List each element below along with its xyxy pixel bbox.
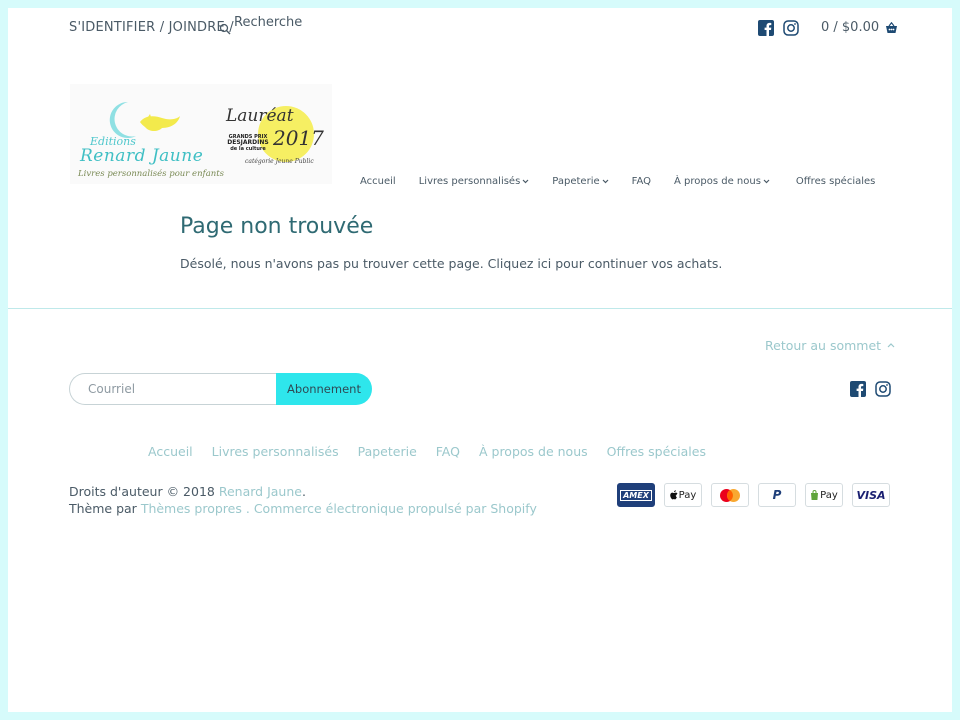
footer-link-a-propos[interactable]: À propos de nous xyxy=(479,444,588,459)
paypal-icon: P xyxy=(758,483,796,507)
facebook-icon[interactable] xyxy=(758,20,774,36)
copyright-line: Droits d'auteur © 2018 Renard Jaune. xyxy=(69,483,537,500)
chevron-down-icon xyxy=(522,179,529,184)
cart-icon xyxy=(886,21,898,33)
nav-item-accueil[interactable]: Accueil xyxy=(360,176,396,187)
theme-separator: . xyxy=(245,501,250,516)
mastercard-circles-icon xyxy=(720,488,740,502)
chevron-up-icon xyxy=(887,343,895,348)
award-name: GRANDS PRIX DESJARDINS de la culture xyxy=(222,134,274,152)
mastercard-icon xyxy=(711,483,749,507)
copyright-brand-link[interactable]: Renard Jaune xyxy=(219,484,302,499)
footer-social-links xyxy=(850,381,891,397)
email-field[interactable] xyxy=(69,373,276,405)
visa-label: VISA xyxy=(856,488,886,502)
main-nav: Accueil Livres personnalisés Papeterie F… xyxy=(360,176,875,187)
footer-link-papeterie[interactable]: Papeterie xyxy=(358,444,417,459)
logo-brand-name: Renard Jaune xyxy=(80,146,204,166)
search-icon[interactable] xyxy=(219,23,231,35)
theme-credit-line: Thème par Thèmes propres . Commerce élec… xyxy=(69,500,537,517)
page-frame: S'IDENTIFIER / JOINDRE / 0 / $0.00 xyxy=(8,8,952,712)
cart-link[interactable]: 0 / $0.00 xyxy=(821,20,898,35)
nav-label: À propos de nous xyxy=(674,176,761,187)
join-link[interactable]: JOINDRE xyxy=(169,20,225,35)
award-year: 2017 xyxy=(273,126,324,150)
not-found-message[interactable]: Désolé, nous n'avons pas pu trouver cett… xyxy=(180,256,722,271)
nav-item-offres[interactable]: Offres spéciales xyxy=(796,176,875,187)
visa-icon: VISA xyxy=(852,483,890,507)
nav-item-a-propos[interactable]: À propos de nous xyxy=(674,176,770,187)
nav-label: Livres personnalisés xyxy=(418,176,521,187)
copyright-suffix: . xyxy=(301,484,306,499)
payment-methods: AMEX Pay P Pay VISA xyxy=(617,483,890,507)
subscribe-button[interactable]: Abonnement xyxy=(276,373,372,405)
facebook-icon[interactable] xyxy=(850,381,866,397)
nav-label: FAQ xyxy=(631,176,651,187)
amex-icon: AMEX xyxy=(617,483,655,507)
apple-pay-label: Pay xyxy=(678,489,697,501)
newsletter-form: Abonnement xyxy=(69,373,372,405)
account-separator: / xyxy=(159,20,165,35)
shopify-link[interactable]: Commerce électronique propulsé par Shopi… xyxy=(254,501,537,516)
instagram-icon[interactable] xyxy=(783,20,799,36)
nav-label: Accueil xyxy=(360,176,396,187)
footer-link-livres[interactable]: Livres personnalisés xyxy=(212,444,339,459)
nav-item-papeterie[interactable]: Papeterie xyxy=(552,176,609,187)
chevron-down-icon xyxy=(602,179,609,184)
cart-summary: 0 / $0.00 xyxy=(821,20,880,35)
instagram-icon[interactable] xyxy=(875,381,891,397)
top-bar: S'IDENTIFIER / JOINDRE / 0 / $0.00 xyxy=(8,8,952,48)
nav-label: Offres spéciales xyxy=(795,176,876,187)
page-title: Page non trouvée xyxy=(180,214,374,239)
apple-pay-icon: Pay xyxy=(664,483,702,507)
login-link[interactable]: S'IDENTIFIER xyxy=(69,20,155,35)
chevron-down-icon xyxy=(763,179,770,184)
header-social-links xyxy=(758,20,799,36)
search-input[interactable] xyxy=(234,12,344,32)
nav-label: Papeterie xyxy=(552,176,600,187)
paypal-label: P xyxy=(772,488,782,502)
award-category: catégorie Jeune Public xyxy=(245,158,314,165)
shopify-pay-icon: Pay xyxy=(805,483,843,507)
shopify-bag-icon xyxy=(811,490,819,500)
amex-label: AMEX xyxy=(620,489,652,501)
apple-logo-icon xyxy=(669,490,678,500)
theme-link[interactable]: Thèmes propres xyxy=(141,501,242,516)
nav-item-livres[interactable]: Livres personnalisés xyxy=(419,176,530,187)
account-links: S'IDENTIFIER / JOINDRE / xyxy=(69,20,234,35)
footer-link-faq[interactable]: FAQ xyxy=(436,444,460,459)
back-to-top-link[interactable]: Retour au sommet xyxy=(765,338,895,353)
footer-link-offres[interactable]: Offres spéciales xyxy=(607,444,706,459)
back-to-top-label: Retour au sommet xyxy=(765,338,882,353)
footer-divider xyxy=(8,308,952,309)
copyright-block: Droits d'auteur © 2018 Renard Jaune. Thè… xyxy=(69,483,537,517)
footer-link-accueil[interactable]: Accueil xyxy=(148,444,193,459)
theme-prefix: Thème par xyxy=(69,501,137,516)
award-line3: de la culture xyxy=(230,146,266,152)
nav-item-faq[interactable]: FAQ xyxy=(632,176,651,187)
footer-nav: Accueil Livres personnalisés Papeterie F… xyxy=(148,444,706,459)
copyright-prefix: Droits d'auteur © 2018 xyxy=(69,484,215,499)
award-laureat-text: Lauréat xyxy=(226,106,294,126)
site-logo[interactable]: Editions Renard Jaune Livres personnalis… xyxy=(70,84,332,184)
logo-tagline: Livres personnalisés pour enfants xyxy=(78,169,225,179)
shopify-pay-label: Pay xyxy=(820,489,838,501)
